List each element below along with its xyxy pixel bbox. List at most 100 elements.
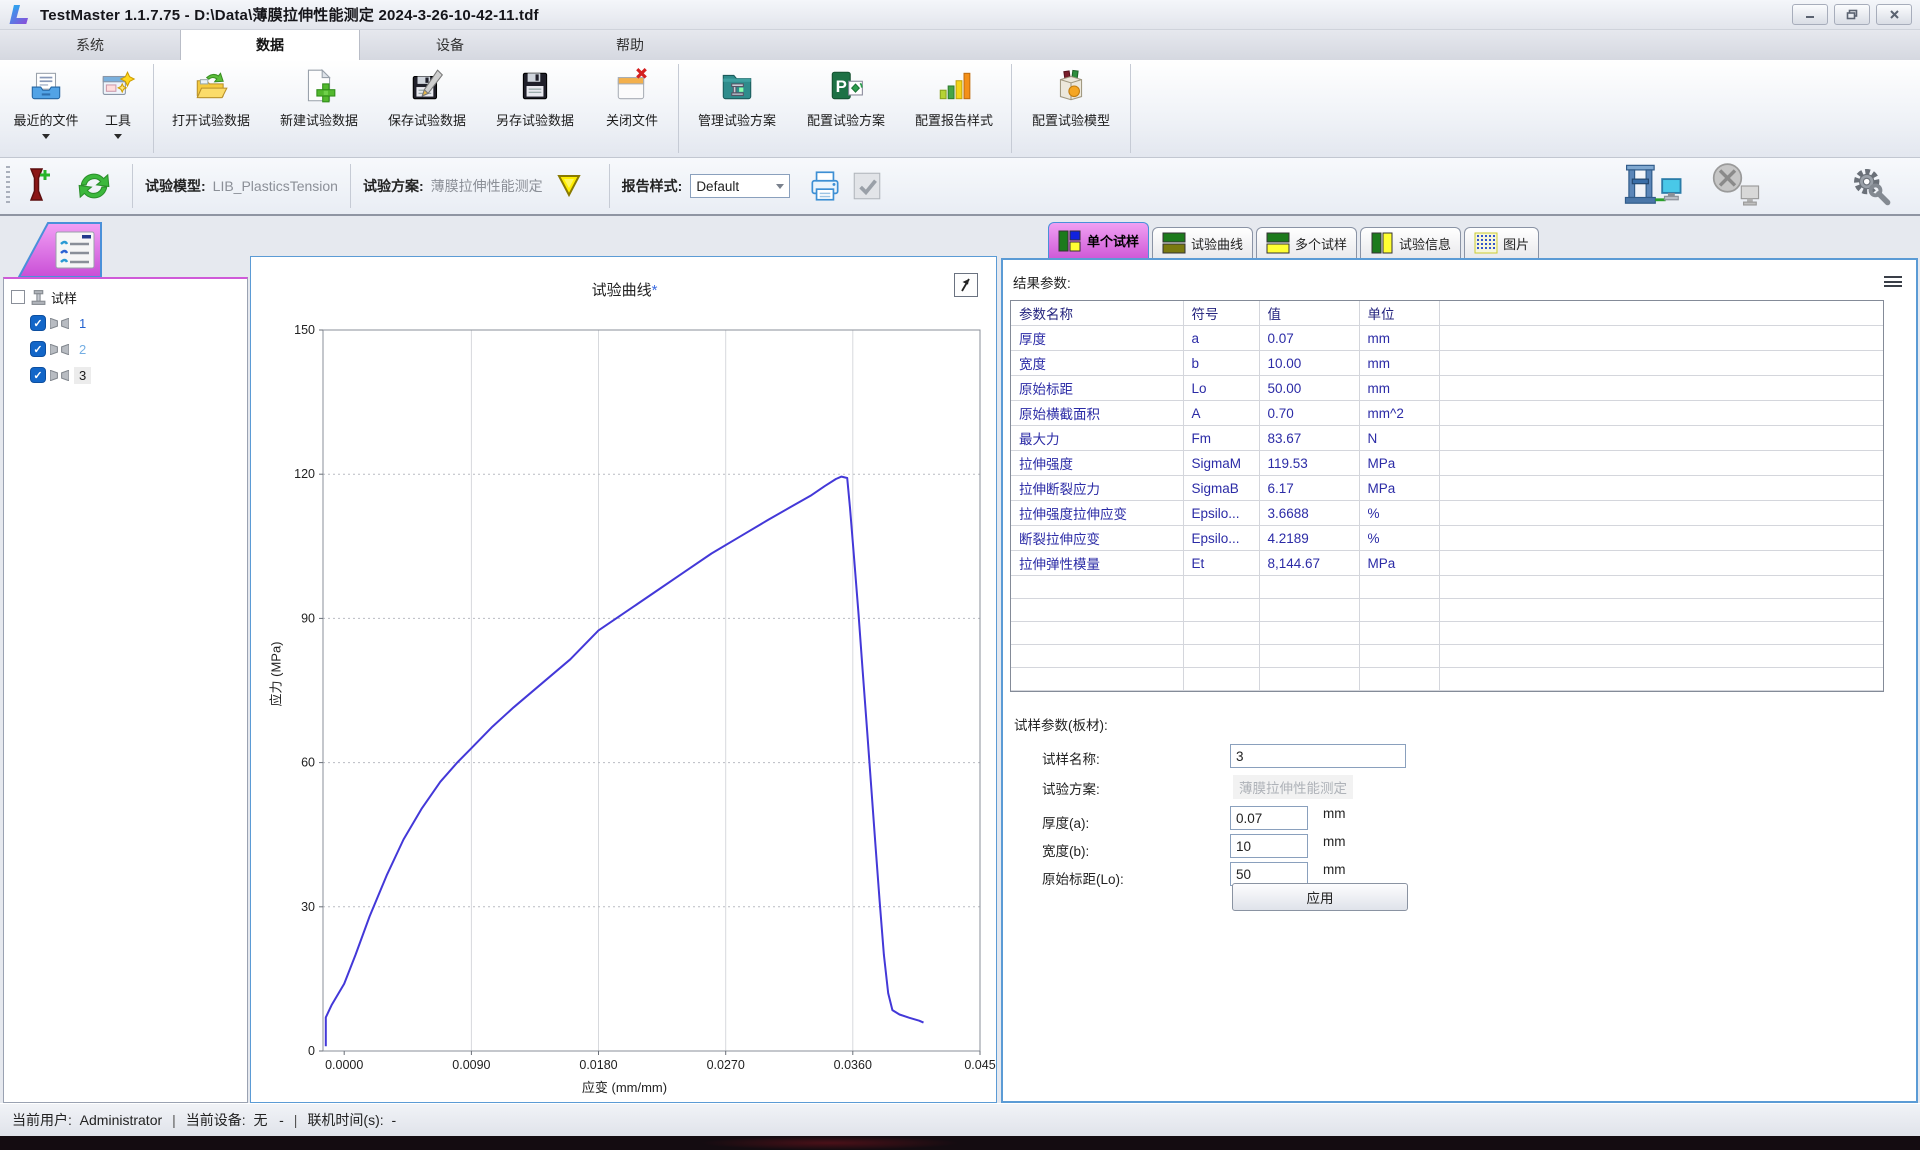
open-test-data-button[interactable]: 打开试验数据 — [157, 60, 265, 157]
results-row-A[interactable]: 原始横截面积A0.70mm^2 — [1011, 401, 1883, 426]
results-empty-row[interactable] — [1011, 668, 1883, 691]
close-file-button[interactable]: 关闭文件 — [589, 60, 675, 157]
tree-item-checkbox[interactable]: ✓ — [30, 367, 46, 383]
results-empty-row[interactable] — [1011, 645, 1883, 668]
results-row-Lo[interactable]: 原始标距Lo50.00mm — [1011, 376, 1883, 401]
results-empty-row[interactable] — [1011, 622, 1883, 645]
report-style-combobox[interactable]: Default — [690, 174, 790, 198]
machine-connection-button[interactable] — [1622, 163, 1684, 209]
results-cell: 拉伸弹性模量 — [1011, 551, 1183, 576]
results-title: 结果参数: — [1013, 272, 1071, 292]
configure-test-model-button[interactable]: 配置试验模型 — [1015, 60, 1127, 157]
tree-root-row[interactable]: 试样 — [4, 284, 247, 310]
stress-strain-plot[interactable]: 03060901201500.00000.00900.01800.02700.0… — [251, 257, 996, 1102]
results-row-Et[interactable]: 拉伸弹性模量Et8,144.67MPa — [1011, 551, 1883, 576]
refresh-icon — [76, 168, 112, 204]
tools-dropdown-arrow — [114, 134, 122, 139]
offline-status-button[interactable] — [1710, 163, 1768, 209]
x-axis-label: 应变 (mm/mm) — [251, 1077, 998, 1096]
results-cell — [1259, 599, 1359, 622]
form-scheme-label: 试验方案: — [1042, 778, 1100, 798]
menu-tab-system[interactable]: 系统 — [0, 30, 180, 60]
filter-scheme-button[interactable] — [555, 173, 583, 199]
thickness-input[interactable] — [1230, 806, 1308, 830]
results-empty-row[interactable] — [1011, 599, 1883, 622]
recent-files-button[interactable]: 最近的文件 — [6, 60, 86, 157]
tree-item-label[interactable]: 1 — [74, 315, 91, 332]
toolbar-separator — [132, 164, 133, 208]
new-test-data-button[interactable]: 新建试验数据 — [265, 60, 373, 157]
menu-bar: 系统 数据 设备 帮助 — [0, 30, 1920, 60]
tree-item-label[interactable]: 2 — [74, 341, 91, 358]
apply-button[interactable]: 应用 — [1232, 883, 1408, 911]
tools-icon — [99, 67, 137, 105]
tree-item-label[interactable]: 3 — [74, 367, 91, 384]
tree-item-checkbox[interactable]: ✓ — [30, 315, 46, 331]
results-cell — [1011, 599, 1183, 622]
results-cell: 3.6688 — [1259, 501, 1359, 526]
results-row-b[interactable]: 宽度b10.00mm — [1011, 351, 1883, 376]
results-row-SigmaB[interactable]: 拉伸断裂应力SigmaB6.17MPa — [1011, 476, 1883, 501]
confirm-report-button[interactable] — [850, 169, 884, 203]
print-report-button[interactable] — [806, 168, 844, 204]
menu-tab-data[interactable]: 数据 — [180, 30, 360, 60]
tree-item-checkbox[interactable]: ✓ — [30, 341, 46, 357]
refresh-button[interactable] — [76, 168, 112, 204]
results-cell: 4.2189 — [1259, 526, 1359, 551]
results-cell: Epsilo... — [1183, 501, 1259, 526]
results-cell: a — [1183, 326, 1259, 351]
save-as-test-data-label: 另存试验数据 — [496, 110, 574, 129]
save-as-test-data-button[interactable]: 另存试验数据 — [481, 60, 589, 157]
results-table: 参数名称符号值单位 厚度a0.07mm宽度b10.00mm原始标距Lo50.00… — [1011, 301, 1883, 691]
width-unit: mm — [1323, 834, 1346, 849]
minimize-button[interactable] — [1792, 4, 1828, 25]
tree-item-specimen-1[interactable]: ✓1 — [4, 310, 247, 336]
tree-item-specimen-3[interactable]: ✓3 — [4, 362, 247, 388]
tab-single-specimen[interactable]: 单个试样 — [1048, 222, 1149, 258]
results-cell: 119.53 — [1259, 451, 1359, 476]
tree-root-checkbox[interactable] — [11, 290, 25, 304]
configure-report-style-button[interactable]: 配置报告样式 — [900, 60, 1008, 157]
status-separator: | — [294, 1112, 298, 1128]
tab-test-info[interactable]: 试验信息 — [1360, 227, 1461, 258]
offline-icon — [1710, 163, 1768, 209]
results-row-a[interactable]: 厚度a0.07mm — [1011, 326, 1883, 351]
online-time-label: 联机时间(s): — [307, 1110, 391, 1130]
tools-button[interactable]: 工具 — [86, 60, 150, 157]
configure-scheme-button[interactable]: P 配置试验方案 — [792, 60, 900, 157]
results-row-Fm[interactable]: 最大力Fm83.67N — [1011, 426, 1883, 451]
panel-menu-icon[interactable] — [1884, 274, 1902, 287]
restore-button[interactable] — [1834, 4, 1870, 25]
results-row-Epsilo...[interactable]: 拉伸强度拉伸应变Epsilo...3.6688% — [1011, 501, 1883, 526]
tree-root-label: 试样 — [51, 288, 77, 307]
specimen-list-tab[interactable] — [18, 222, 102, 278]
add-specimen-button[interactable] — [24, 165, 54, 207]
save-test-data-button[interactable]: 保存试验数据 — [373, 60, 481, 157]
sample-name-input[interactable] — [1230, 744, 1406, 768]
manage-scheme-button[interactable]: 管理试验方案 — [682, 60, 792, 157]
settings-button[interactable] — [1848, 165, 1892, 207]
tab-multi-specimen[interactable]: 多个试样 — [1256, 227, 1357, 258]
toolbar-grip-handle[interactable] — [6, 166, 10, 206]
results-row-SigmaM[interactable]: 拉伸强度SigmaM119.53MPa — [1011, 451, 1883, 476]
menu-tab-help[interactable]: 帮助 — [540, 30, 720, 60]
results-cell — [1359, 668, 1439, 691]
results-cell — [1011, 622, 1183, 645]
svg-text:0.0360: 0.0360 — [834, 1058, 872, 1072]
ribbon-separator — [1130, 64, 1131, 153]
close-button[interactable] — [1876, 4, 1912, 25]
results-cell: 0.70 — [1259, 401, 1359, 426]
report-style-selected: Default — [696, 179, 739, 194]
close-file-icon — [613, 67, 651, 105]
funnel-icon — [555, 173, 583, 199]
menu-tab-device[interactable]: 设备 — [360, 30, 540, 60]
results-cell: 原始横截面积 — [1011, 401, 1183, 426]
tree-item-specimen-2[interactable]: ✓2 — [4, 336, 247, 362]
tab-picture[interactable]: 图片 — [1464, 227, 1539, 258]
width-input[interactable] — [1230, 834, 1308, 858]
results-empty-row[interactable] — [1011, 576, 1883, 599]
results-row-Epsilo...[interactable]: 断裂拉伸应变Epsilo...4.2189% — [1011, 526, 1883, 551]
bottom-strip — [0, 1136, 1920, 1150]
results-cell: Lo — [1183, 376, 1259, 401]
tab-test-curve[interactable]: 试验曲线 — [1152, 227, 1253, 258]
